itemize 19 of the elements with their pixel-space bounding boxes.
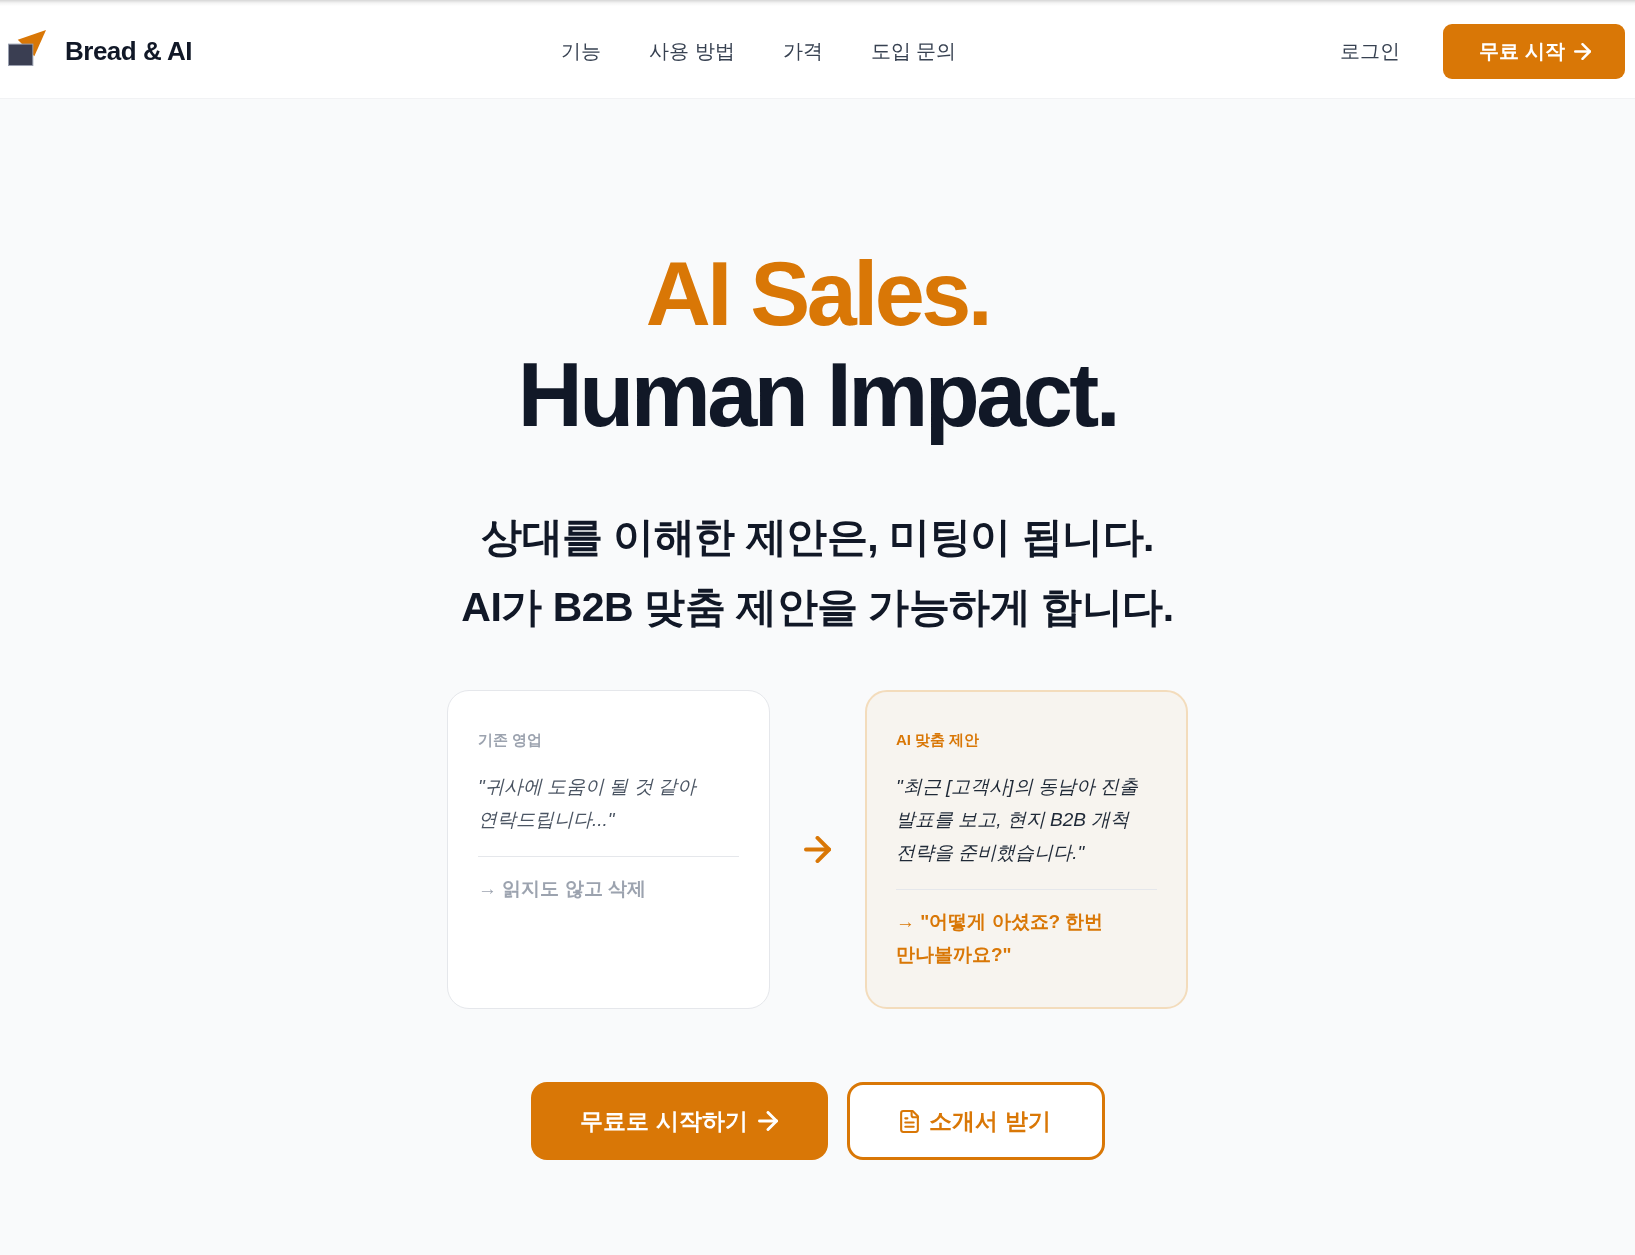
card-label: AI 맞춤 제안 — [896, 730, 981, 750]
nav-link[interactable]: 사용 방법 — [648, 37, 735, 65]
document-icon — [900, 1109, 920, 1133]
nav-link[interactable]: 기능 — [560, 37, 601, 65]
quote-text: "귀사에 도움이 될 것 같아 연락드립니다..." — [478, 775, 698, 832]
login-link[interactable]: 로그인 — [1340, 37, 1401, 65]
subheadline: AI가 B2B 맞춤 제안을 가능하게 합니다. — [461, 583, 1174, 632]
quote-text: "최근 [고객사]의 동남아 진출 발표를 보고, 현지 B2B 개척 전략을 준비했습니다." — [896, 775, 1140, 865]
logo-text[interactable]: Bread & AI — [65, 35, 192, 67]
arrow-right-icon — [804, 836, 831, 863]
nav-link[interactable]: 도입 문의 — [870, 37, 957, 65]
headline: Human Impact. — [517, 345, 1118, 446]
card-label: 기존 영업 — [478, 730, 544, 750]
logo-icon[interactable] — [8, 29, 47, 67]
result-text: → 읽지도 않고 삭제 — [478, 877, 647, 901]
subheadline: 상대를 이해한 제안은, 미팅이 됩니다. — [481, 513, 1154, 562]
nav-link[interactable]: 가격 — [782, 37, 823, 65]
headline: AI Sales. — [645, 244, 990, 345]
result-text: → "어떻게 아셨죠? 한번 만나볼까요?" — [896, 910, 1105, 967]
